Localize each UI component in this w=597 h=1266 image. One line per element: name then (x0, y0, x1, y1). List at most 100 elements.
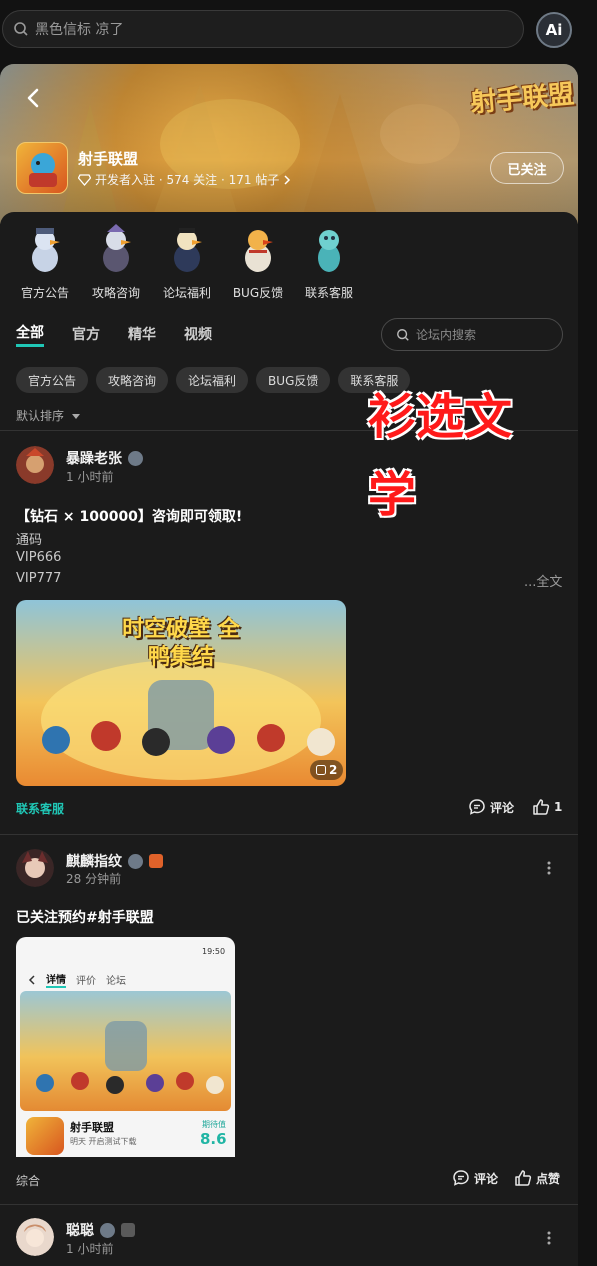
forum-search-placeholder: 论坛内搜索 (416, 328, 477, 342)
chip-bug[interactable]: BUG反馈 (256, 367, 331, 393)
shortcut-label: 官方公告 (20, 286, 69, 300)
shortcut-row: 官方公告 攻略咨询 论坛福利 BUG反馈 联系客服 (0, 212, 578, 312)
post-title[interactable]: 【钻石 × 100000】咨询即可领取! (16, 506, 242, 526)
shortcut-guide[interactable]: 攻略咨询 (85, 224, 147, 301)
search-icon (14, 22, 28, 36)
post-body-line: VIP777 (16, 571, 62, 586)
tab-video[interactable]: 视频 (184, 324, 212, 344)
screenshot-tab: 评价 (76, 976, 96, 987)
thumbs-up-icon (515, 1170, 532, 1186)
user-name[interactable]: 聪聪 (66, 1220, 135, 1240)
screenshot-banner (20, 991, 231, 1111)
comment-button[interactable]: 评论 (452, 1169, 498, 1187)
screenshot-tabs: 详情 评价 论坛 (28, 971, 126, 988)
gallery-icon (316, 765, 326, 775)
like-button[interactable]: 1 (532, 798, 562, 816)
ai-label: Ai (545, 21, 563, 39)
search-placeholder: 黑色信标 凉了 (35, 22, 124, 38)
divider (0, 834, 578, 835)
level-badge-icon (100, 1222, 115, 1238)
comment-icon (453, 1170, 469, 1186)
tab-featured[interactable]: 精华 (128, 324, 156, 344)
game-icon[interactable] (16, 142, 68, 194)
post-tag[interactable]: 联系客服 (16, 800, 64, 817)
sort-dropdown[interactable]: 默认排序 (16, 407, 80, 424)
user-name-text: 暴躁老张 (66, 451, 122, 467)
more-options-icon[interactable] (547, 1231, 551, 1245)
user-avatar[interactable] (16, 849, 54, 887)
creator-badge-icon (121, 1223, 135, 1237)
user-avatar[interactable] (16, 446, 54, 484)
overlay-caption: 衫选文学 (368, 389, 513, 523)
chip-guide[interactable]: 攻略咨询 (96, 367, 169, 393)
comment-icon (469, 799, 485, 815)
forum-search-input[interactable]: 论坛内搜索 (381, 318, 563, 351)
screenshot-score: 8.6 (200, 1130, 227, 1148)
shortcut-label: 攻略咨询 (91, 286, 140, 300)
duck-avatar-icon (103, 224, 131, 272)
follow-button[interactable]: 已关注 (490, 152, 564, 184)
top-bar: 黑色信标 凉了 Ai (0, 0, 597, 60)
forum-card: 射手联盟 射手联盟 开发者入驻 · 574 关注 · 171 帖子 已关注 官方… (0, 64, 578, 1266)
user-name[interactable]: 麒麟指纹 (66, 851, 163, 871)
like-button[interactable]: 点赞 (514, 1169, 560, 1187)
post-image[interactable]: 时空破壁 全鸭集结 2 (16, 600, 346, 786)
image-count-badge: 2 (310, 760, 344, 780)
post-time: 1 小时前 (66, 1242, 114, 1256)
chevron-right-icon[interactable] (283, 174, 291, 185)
chip-welfare[interactable]: 论坛福利 (176, 367, 249, 393)
tab-official[interactable]: 官方 (72, 324, 100, 344)
user-name-text: 聪聪 (66, 1223, 94, 1239)
like-count: 1 (554, 800, 563, 814)
duck-avatar-icon (174, 228, 202, 272)
post-time: 28 分钟前 (66, 872, 122, 886)
back-icon[interactable] (22, 86, 46, 110)
post-body-line: VIP666 (16, 550, 62, 565)
shortcut-bug[interactable]: BUG反馈 (227, 224, 289, 301)
shortcut-label: BUG反馈 (232, 286, 284, 300)
post-screenshot[interactable]: 19:50 详情 评价 论坛 射手联盟 明天 开启测试下载 期待值 8.6 (16, 937, 235, 1157)
more-options-icon[interactable] (547, 861, 551, 875)
comment-label: 评论 (474, 1171, 499, 1186)
comment-label: 评论 (490, 800, 515, 815)
game-meta: 开发者入驻 · 574 关注 · 171 帖子 (78, 171, 291, 188)
duck-avatar-icon (32, 228, 60, 272)
ai-button[interactable]: Ai (536, 12, 572, 48)
search-icon (397, 328, 409, 341)
post-title[interactable]: 已关注预约#射手联盟 (16, 907, 154, 927)
image-count: 2 (329, 763, 338, 777)
chip-announcement[interactable]: 官方公告 (16, 367, 89, 393)
post-tag[interactable]: 综合 (16, 1172, 40, 1189)
user-name[interactable]: 暴躁老张 (66, 448, 143, 468)
category-chips: 官方公告 攻略咨询 论坛福利 BUG反馈 联系客服 (16, 367, 411, 393)
shortcut-announcement[interactable]: 官方公告 (14, 224, 76, 301)
comment-button[interactable]: 评论 (468, 798, 514, 816)
user-name-text: 麒麟指纹 (66, 854, 122, 870)
back-icon (28, 974, 35, 985)
screenshot-status-time: 19:50 (202, 947, 226, 956)
screenshot-game-sub: 明天 开启测试下载 (70, 1137, 137, 1146)
shortcut-service[interactable]: 联系客服 (298, 224, 360, 301)
user-avatar[interactable] (16, 1218, 54, 1256)
screenshot-game-name: 射手联盟 (70, 1121, 114, 1134)
post-body-line: 通码 (16, 533, 43, 548)
game-meta-text: 开发者入驻 · 574 关注 · 171 帖子 (95, 173, 280, 187)
thumbs-up-icon (533, 799, 550, 815)
screenshot-tab: 详情 (46, 971, 66, 988)
duck-avatar-icon (245, 230, 273, 272)
diamond-icon (78, 173, 91, 186)
post-time: 1 小时前 (66, 470, 114, 484)
tab-all[interactable]: 全部 (16, 322, 44, 347)
shortcut-label: 联系客服 (304, 286, 353, 300)
game-icon-art (29, 153, 57, 187)
duck-avatar-icon (318, 230, 340, 272)
screenshot-game-icon (26, 1117, 64, 1155)
screenshot-tab: 论坛 (106, 976, 126, 987)
screenshot-score-label: 期待值 (202, 1120, 226, 1129)
divider (0, 1204, 578, 1205)
like-label: 点赞 (536, 1171, 561, 1186)
read-more-link[interactable]: ...全文 (524, 571, 562, 590)
shortcut-welfare[interactable]: 论坛福利 (156, 224, 218, 301)
search-bar[interactable]: 黑色信标 凉了 (2, 10, 524, 48)
level-badge-icon (128, 853, 143, 869)
